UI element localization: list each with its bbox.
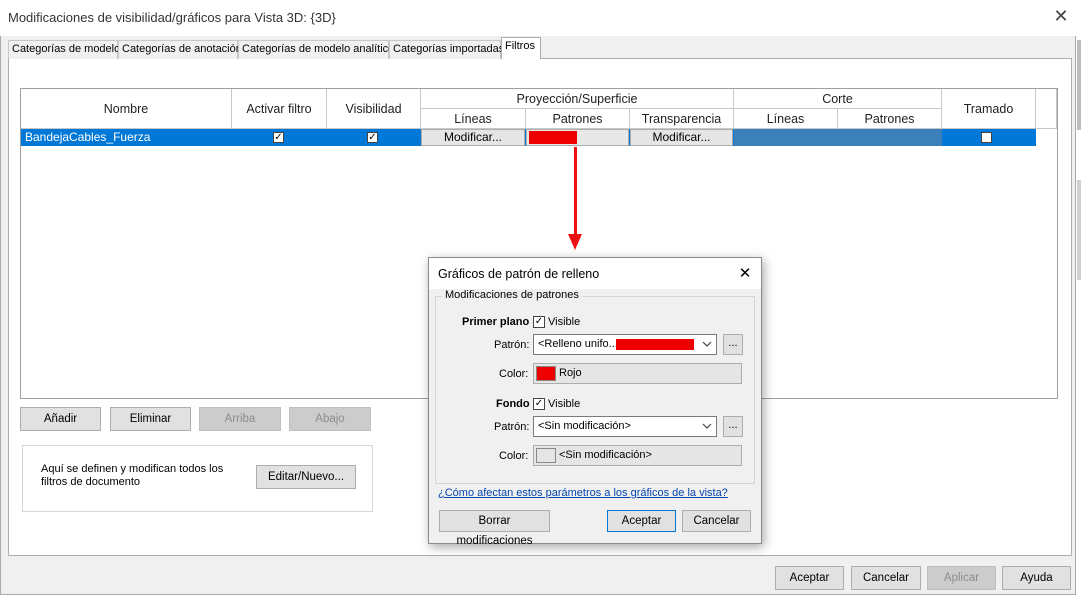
- table-row[interactable]: BandejaCables_Fuerza ✓ ✓ Modificar... Mo…: [21, 129, 1036, 146]
- background-pattern-select[interactable]: <Sin modificación>: [533, 416, 717, 437]
- foreground-color-label: Color:: [499, 368, 529, 380]
- background-visible-checkbox[interactable]: ✓: [533, 398, 545, 410]
- annotation-arrow-head: [568, 234, 582, 250]
- dialog-aceptar-button[interactable]: Aceptar: [607, 510, 676, 532]
- background-pattern-value: <Sin modificación>: [538, 420, 631, 432]
- help-link[interactable]: ¿Cómo afectan estos parámetros a los grá…: [438, 487, 728, 499]
- tab-categorias-importadas[interactable]: Categorías importadas: [389, 40, 504, 59]
- dialog-title-bar: Gráficos de patrón de relleno ✕: [429, 258, 761, 289]
- visibilidad-checkbox[interactable]: ✓: [367, 132, 378, 143]
- background-color-value: <Sin modificación>: [559, 449, 652, 461]
- tab-filtros[interactable]: Filtros: [501, 37, 541, 59]
- aplicar-button[interactable]: Aplicar: [927, 566, 996, 590]
- dialog-close-icon[interactable]: ✕: [733, 261, 757, 285]
- activar-filtro-checkbox[interactable]: ✓: [273, 132, 284, 143]
- proy-lineas-modificar-button[interactable]: Modificar...: [421, 129, 525, 146]
- aceptar-button[interactable]: Aceptar: [775, 566, 844, 590]
- tab-categorias-anotacion[interactable]: Categorías de anotación: [118, 40, 242, 59]
- info-groupbox: Aquí se definen y modifican todos los fi…: [22, 445, 373, 512]
- background-color-button[interactable]: <Sin modificación>: [533, 445, 742, 466]
- tab-categorias-modelo[interactable]: Categorías de modelo: [8, 40, 120, 59]
- dialog-cancelar-button[interactable]: Cancelar: [682, 510, 751, 532]
- corte-cells[interactable]: [734, 129, 942, 146]
- annotation-arrow-line: [574, 147, 577, 235]
- header-corte: Corte: [734, 89, 942, 109]
- foreground-pattern-label: Patrón:: [494, 339, 530, 351]
- foreground-visible-label[interactable]: Visible: [548, 316, 580, 328]
- foreground-color-swatch: [536, 366, 556, 381]
- background-window-edge: [1077, 40, 1081, 130]
- fondo-label: Fondo: [496, 398, 530, 410]
- header-filler: [1036, 89, 1057, 129]
- cancelar-button[interactable]: Cancelar: [851, 566, 921, 590]
- close-icon[interactable]: ✕: [1050, 4, 1072, 30]
- pattern-color-swatch: [529, 131, 577, 144]
- chevron-down-icon: [700, 417, 714, 436]
- background-visible-label[interactable]: Visible: [548, 398, 580, 410]
- header-proy-transparencia[interactable]: Transparencia: [630, 109, 734, 129]
- editar-nuevo-button[interactable]: Editar/Nuevo...: [256, 465, 356, 489]
- dialog-title: Gráficos de patrón de relleno: [438, 267, 600, 281]
- borrar-modificaciones-button[interactable]: Borrar modificaciones: [439, 510, 550, 547]
- foreground-color-value: Rojo: [559, 367, 582, 379]
- header-proyeccion-superficie: Proyección/Superficie: [421, 89, 734, 109]
- header-activar-filtro[interactable]: Activar filtro: [232, 89, 327, 129]
- proy-patrones-cell[interactable]: [526, 129, 629, 146]
- background-color-swatch: [536, 448, 556, 463]
- info-text-line2: filtros de documento: [41, 476, 141, 488]
- foreground-visible-checkbox[interactable]: ✓: [533, 316, 545, 328]
- background-window-edge: [1077, 180, 1081, 280]
- abajo-button[interactable]: Abajo: [289, 407, 371, 431]
- tramado-checkbox[interactable]: [981, 132, 992, 143]
- foreground-pattern-swatch: [616, 339, 694, 350]
- header-proy-lineas[interactable]: Líneas: [421, 109, 526, 129]
- foreground-pattern-select[interactable]: <Relleno unifo...: [533, 334, 717, 355]
- foreground-pattern-browse-button[interactable]: ...: [723, 334, 743, 355]
- chevron-down-icon: [700, 335, 714, 354]
- info-text-line1: Aquí se definen y modifican todos los: [41, 463, 224, 475]
- group-legend: Modificaciones de patrones: [442, 289, 582, 301]
- header-corte-lineas[interactable]: Líneas: [734, 109, 838, 129]
- eliminar-button[interactable]: Eliminar: [110, 407, 191, 431]
- anadir-button[interactable]: Añadir: [20, 407, 101, 431]
- header-visibilidad[interactable]: Visibilidad: [327, 89, 421, 129]
- fill-pattern-dialog: Gráficos de patrón de relleno ✕ Modifica…: [428, 257, 762, 547]
- header-nombre[interactable]: Nombre: [21, 89, 232, 129]
- background-pattern-browse-button[interactable]: ...: [723, 416, 743, 437]
- header-tramado[interactable]: Tramado: [942, 89, 1036, 129]
- header-proy-patrones[interactable]: Patrones: [526, 109, 630, 129]
- arriba-button[interactable]: Arriba: [199, 407, 281, 431]
- ayuda-button[interactable]: Ayuda: [1002, 566, 1071, 590]
- tab-categorias-modelo-analitico[interactable]: Categorías de modelo analítico: [238, 40, 394, 59]
- row-nombre[interactable]: BandejaCables_Fuerza: [25, 129, 150, 146]
- foreground-color-button[interactable]: Rojo: [533, 363, 742, 384]
- background-color-label: Color:: [499, 450, 529, 462]
- proy-transparencia-modificar-button[interactable]: Modificar...: [630, 129, 733, 146]
- foreground-pattern-value: <Relleno unifo...: [538, 338, 618, 350]
- window-title: Modificaciones de visibilidad/gráficos p…: [8, 10, 336, 25]
- primer-plano-label: Primer plano: [462, 316, 530, 328]
- background-pattern-label: Patrón:: [494, 421, 530, 433]
- header-corte-patrones[interactable]: Patrones: [838, 109, 942, 129]
